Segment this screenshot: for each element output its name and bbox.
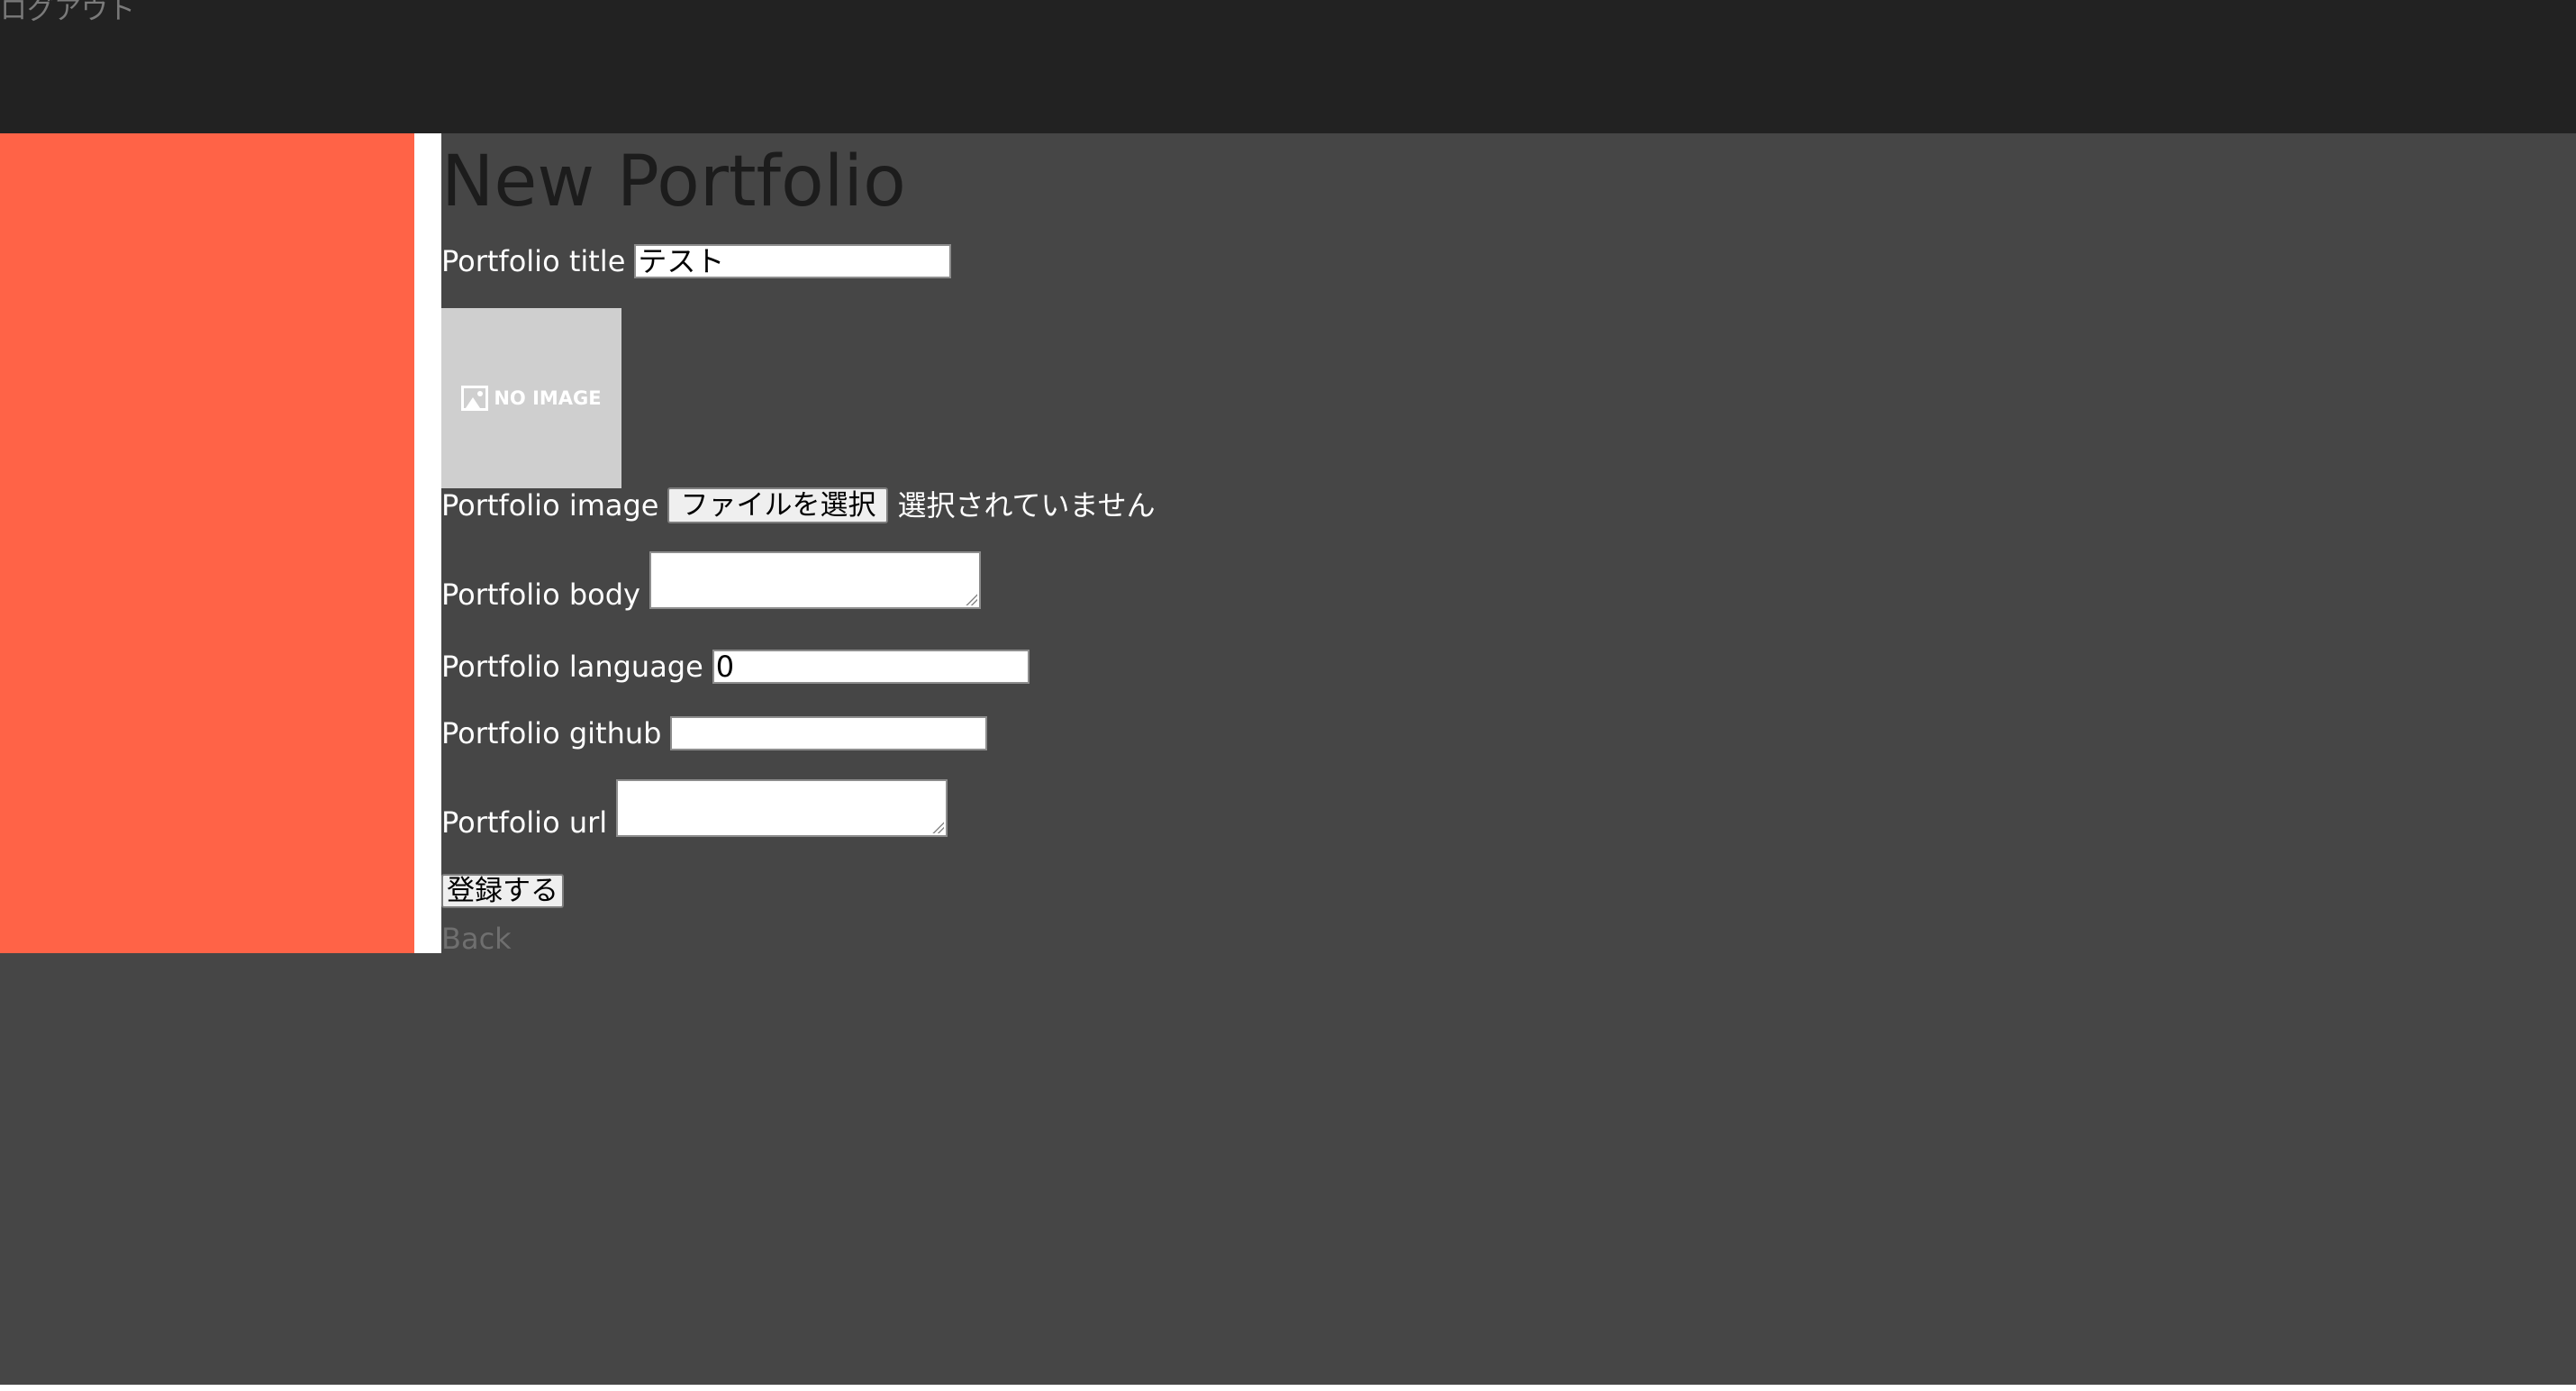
github-label: Portfolio github bbox=[441, 716, 662, 750]
url-label: Portfolio url bbox=[441, 805, 608, 840]
title-label: Portfolio title bbox=[441, 244, 626, 278]
file-select-button[interactable]: ファイルを選択 bbox=[667, 487, 889, 523]
no-image-text: NO IMAGE bbox=[494, 387, 602, 409]
body-row: Portfolio body bbox=[441, 551, 981, 612]
language-row: Portfolio language 0 bbox=[441, 649, 1029, 685]
sidebar bbox=[0, 133, 414, 953]
body-textarea[interactable] bbox=[649, 551, 981, 609]
image-preview: NO IMAGE bbox=[441, 308, 621, 488]
body-label: Portfolio body bbox=[441, 577, 640, 612]
submit-button[interactable]: 登録する bbox=[441, 874, 564, 908]
file-status-text: 選択されていません bbox=[897, 488, 1156, 523]
resize-grip-icon[interactable] bbox=[964, 593, 977, 605]
url-row: Portfolio url bbox=[441, 779, 948, 840]
image-row: Portfolio image ファイルを選択 選択されていません bbox=[441, 487, 1156, 523]
logout-link[interactable]: ログアウト bbox=[0, 0, 135, 27]
url-textarea[interactable] bbox=[616, 779, 948, 837]
image-label: Portfolio image bbox=[441, 488, 659, 523]
main-area: New Portfolio Portfolio title テスト NO IMA… bbox=[0, 133, 2576, 1385]
top-navbar: ログアウト bbox=[0, 0, 2576, 133]
resize-grip-icon[interactable] bbox=[931, 821, 945, 833]
github-row: Portfolio github bbox=[441, 715, 988, 751]
language-input[interactable]: 0 bbox=[712, 650, 1029, 684]
page-title: New Portfolio bbox=[441, 141, 906, 223]
bottom-strip bbox=[0, 1385, 2576, 1391]
title-input[interactable]: テスト bbox=[634, 244, 952, 278]
github-input[interactable] bbox=[670, 716, 988, 750]
back-link[interactable]: Back bbox=[441, 921, 512, 957]
image-placeholder-icon bbox=[461, 386, 489, 411]
title-row: Portfolio title テスト bbox=[441, 243, 952, 279]
language-label: Portfolio language bbox=[441, 650, 703, 684]
sidebar-divider bbox=[414, 133, 441, 953]
